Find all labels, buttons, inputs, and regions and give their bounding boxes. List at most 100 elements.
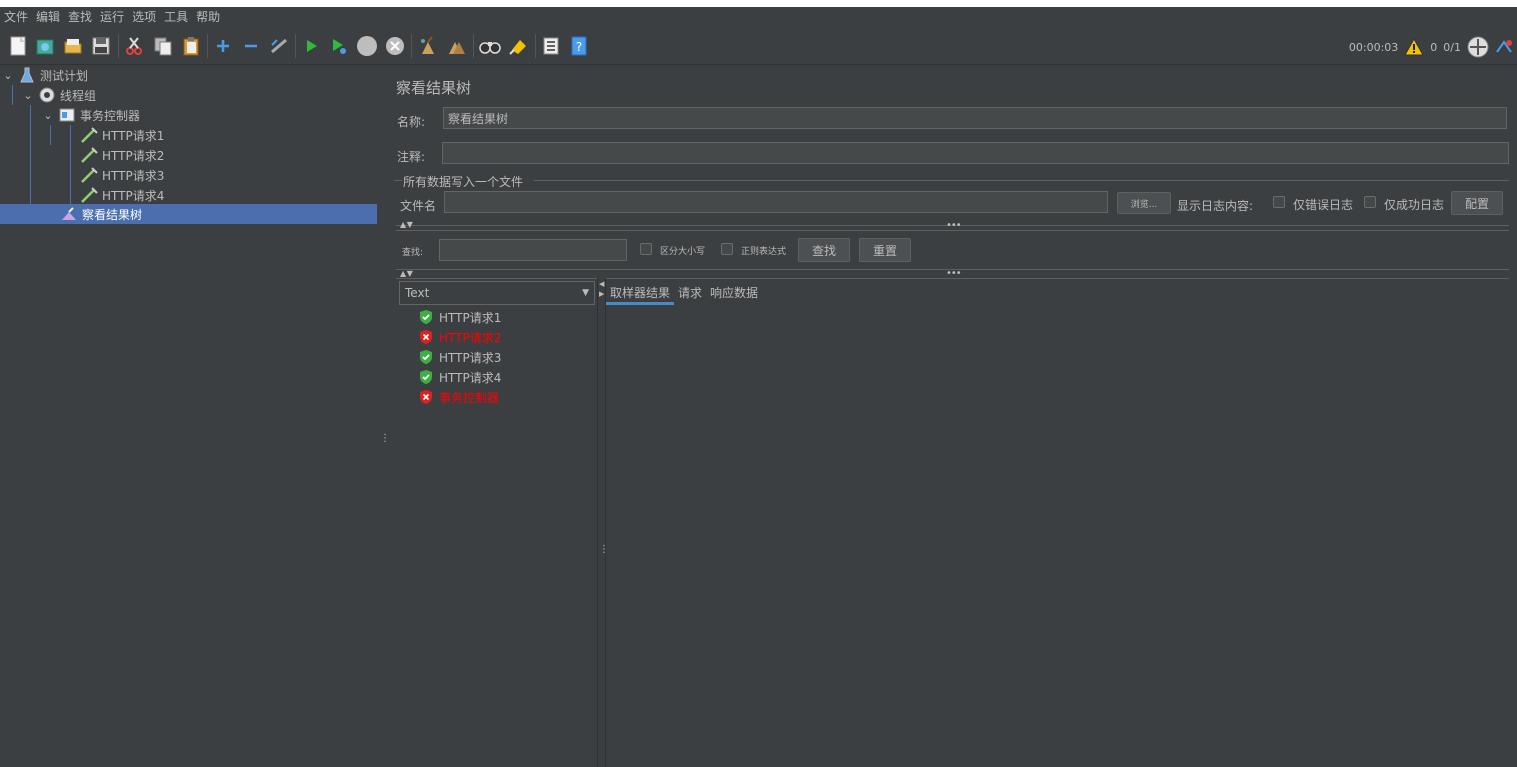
sampler-icon [80,147,98,163]
menu-search[interactable]: 查找 [64,7,96,28]
listener-panel: 察看结果树 名称: 注释: 所有数据写入一个文件 文件名 浏览... 显示日志内… [386,65,1517,767]
menu-help[interactable]: 帮助 [192,7,224,28]
chevron-down-icon: ▼ [582,288,589,298]
remote-status-icon [1467,36,1489,58]
chevron-down-icon[interactable]: ⌄ [2,69,14,82]
test-plan-tree: ⌄ 测试计划 ⌄ 线程组 ⌄ 事务控制器 HTTP请求1 HTTP请求2 HTT… [0,65,379,767]
tree-item-transaction-controller[interactable]: ⌄ 事务控制器 [42,105,372,125]
toolbar: ? 00:00:03 0 0/1 [0,28,1517,65]
menu-options[interactable]: 选项 [128,7,160,28]
find-button[interactable]: 查找 [798,238,850,262]
splitter-grip-icon[interactable]: ••• [946,221,962,231]
tree-item-http-request-2[interactable]: HTTP请求2 [80,145,372,165]
result-item-http-request-3[interactable]: HTTP请求3 [419,347,501,367]
menu-edit[interactable]: 编辑 [32,7,64,28]
results-splitter[interactable]: ◀ ▶ ⋮ [597,278,609,767]
copy-icon[interactable] [152,35,174,57]
new-icon[interactable] [7,35,29,57]
tab-response-data[interactable]: 响应数据 [706,284,762,305]
collapse-icon[interactable] [240,35,262,57]
expand-icon[interactable] [212,35,234,57]
tree-item-label: 察看结果树 [82,207,143,222]
regex-checkbox[interactable] [721,243,733,255]
shutdown-icon[interactable] [384,35,406,57]
result-tabs: 取样器结果 请求 响应数据 [606,281,762,305]
result-item-transaction-controller[interactable]: 事务控制器 [419,387,499,407]
renderer-select[interactable]: Text ▼ [399,281,595,305]
collapse-arrows-icon[interactable]: ▲ ▼ [400,270,413,278]
comment-input[interactable] [442,142,1509,164]
clear-icon[interactable] [417,35,439,57]
help-icon[interactable]: ? [568,35,590,57]
reset-search-icon[interactable] [507,35,529,57]
tab-sampler-result[interactable]: 取样器结果 [606,284,675,305]
start-no-pause-icon[interactable] [328,35,350,57]
file-section-title: 所有数据写入一个文件 [403,175,524,189]
search-label: 查找: [402,248,424,258]
result-item-http-request-4[interactable]: HTTP请求4 [419,367,501,387]
tree-item-http-request-3[interactable]: HTTP请求3 [80,165,372,185]
warning-icon[interactable] [1404,38,1425,56]
collapse-arrows-icon[interactable]: ▲ ▼ [400,221,413,229]
case-sensitive-checkbox[interactable] [640,243,652,255]
toggle-icon[interactable] [268,35,290,57]
tab-request[interactable]: 请求 [674,284,706,305]
reset-button[interactable]: 重置 [859,238,911,262]
tree-item-label: 线程组 [60,88,97,103]
test-plan-icon [18,67,36,83]
tree-item-label: 事务控制器 [80,108,141,123]
tree-item-label: HTTP请求3 [102,168,165,183]
warning-count: 0 [1430,40,1438,54]
result-item-http-request-1[interactable]: HTTP请求1 [419,307,501,327]
success-shield-icon [420,370,432,384]
tree-item-http-request-4[interactable]: HTTP请求4 [80,185,372,205]
menu-file[interactable]: 文件 [0,7,32,28]
browse-button[interactable]: 浏览... [1117,192,1171,214]
tree-item-thread-group[interactable]: ⌄ 线程组 [22,85,372,105]
renderer-value: Text [405,286,430,300]
errors-only-label: 仅错误日志 [1293,198,1354,212]
elapsed-timer: 00:00:03 [1348,40,1399,54]
window-top-strip [0,0,1517,7]
function-helper-icon[interactable] [540,35,562,57]
paste-icon[interactable] [180,35,202,57]
chevron-down-icon[interactable]: ⌄ [42,109,54,122]
tree-item-test-plan[interactable]: ⌄ 测试计划 [2,65,372,85]
errors-only-checkbox[interactable] [1273,196,1285,208]
search-icon[interactable] [479,35,501,57]
gear-icon [38,87,56,103]
menu-bar: 文件 编辑 查找 运行 选项 工具 帮助 [0,7,1517,28]
success-only-checkbox[interactable] [1364,196,1376,208]
log-viewer-icon[interactable] [1495,38,1513,56]
sampler-icon [80,187,98,203]
listener-icon [60,206,78,222]
result-item-label: HTTP请求3 [439,350,502,365]
menu-tools[interactable]: 工具 [160,7,192,28]
error-shield-icon [420,330,432,344]
tree-item-label: 测试计划 [40,68,89,83]
filename-input[interactable] [444,191,1108,213]
cut-icon[interactable] [123,35,145,57]
templates-icon[interactable] [34,35,56,57]
success-shield-icon [420,310,432,324]
menu-run[interactable]: 运行 [96,7,128,28]
panel-title: 察看结果树 [396,79,472,97]
stop-icon[interactable] [356,35,378,57]
chevron-down-icon[interactable]: ⌄ [22,89,34,102]
svg-text:?: ? [576,40,582,54]
configure-button[interactable]: 配置 [1451,191,1503,215]
tree-item-http-request-1[interactable]: HTTP请求1 [80,125,372,145]
clear-all-icon[interactable] [445,35,467,57]
tree-item-label: HTTP请求2 [102,148,165,163]
name-input[interactable] [443,107,1507,129]
splitter-grip-icon[interactable]: ••• [946,269,962,279]
search-input[interactable] [439,239,627,261]
result-item-http-request-2[interactable]: HTTP请求2 [419,327,501,347]
tree-splitter[interactable]: ⋮ [378,65,390,767]
tree-item-view-results-tree[interactable]: 察看结果树 [0,204,377,224]
start-icon[interactable] [300,35,322,57]
result-item-label: HTTP请求4 [439,370,502,385]
open-icon[interactable] [62,35,84,57]
save-icon[interactable] [90,35,112,57]
success-only-label: 仅成功日志 [1384,198,1445,212]
